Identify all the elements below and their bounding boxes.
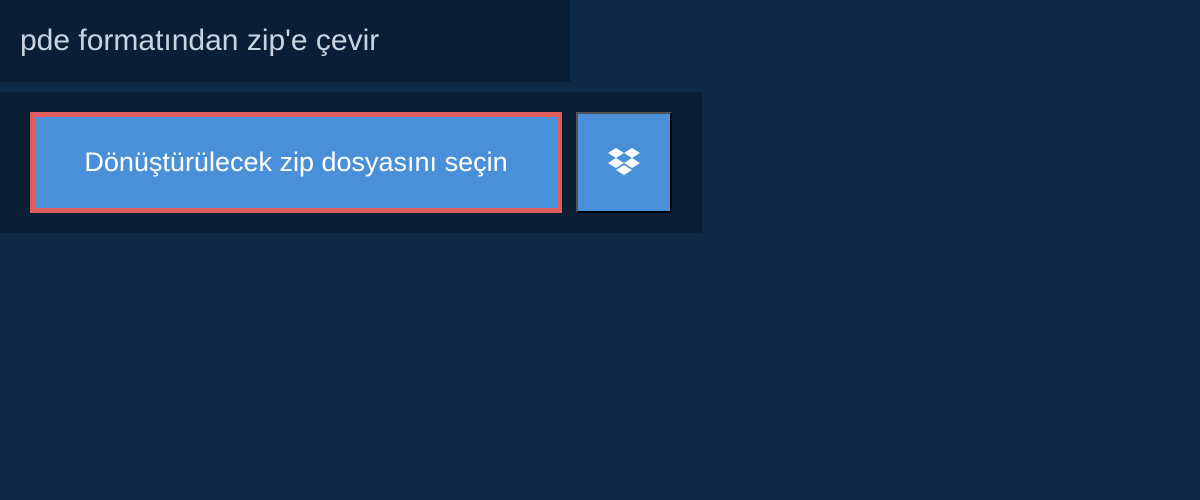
- header-bar: pde formatından zip'e çevir: [0, 0, 570, 82]
- dropbox-icon: [608, 148, 640, 178]
- select-file-button[interactable]: Dönüştürülecek zip dosyasını seçin: [30, 112, 562, 213]
- select-file-label: Dönüştürülecek zip dosyasını seçin: [84, 147, 507, 178]
- dropbox-button[interactable]: [576, 112, 672, 213]
- file-select-panel: Dönüştürülecek zip dosyasını seçin: [0, 92, 702, 233]
- page-title: pde formatından zip'e çevir: [20, 24, 550, 58]
